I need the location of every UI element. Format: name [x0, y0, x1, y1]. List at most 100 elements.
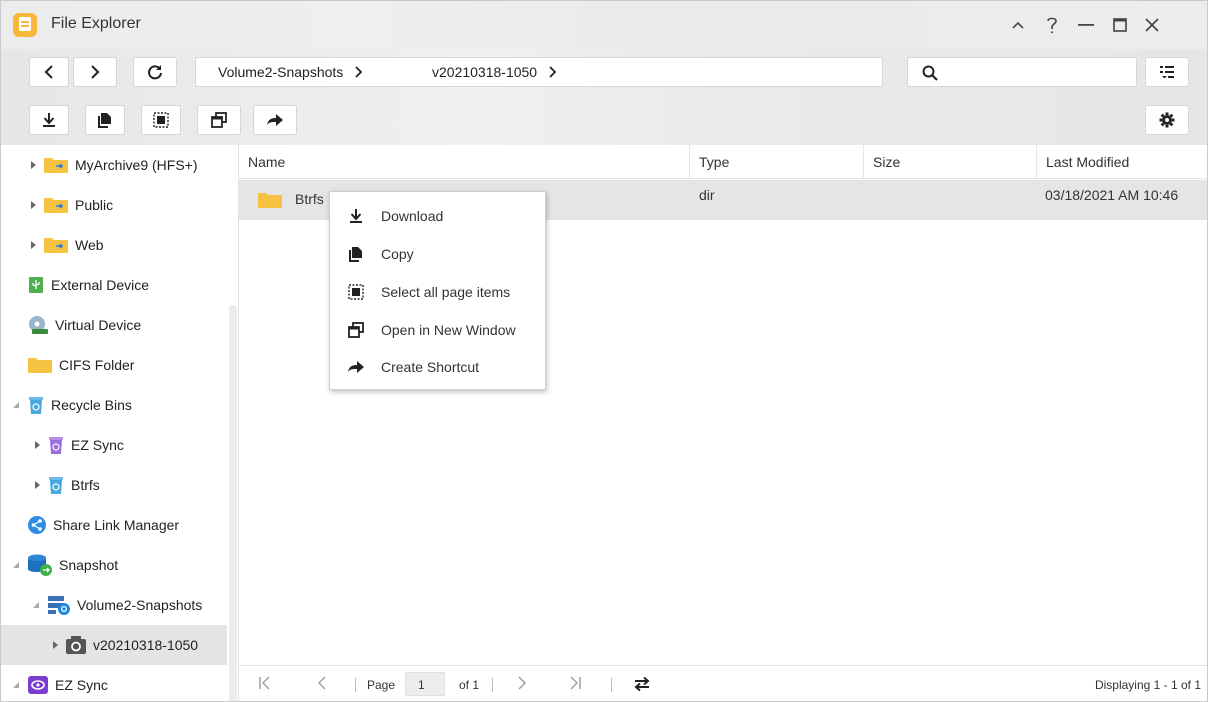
- page-number-input[interactable]: 1: [405, 672, 445, 696]
- column-header-type[interactable]: Type: [690, 145, 864, 179]
- menu-item-label: Create Shortcut: [381, 359, 480, 375]
- sidebar-item-label: Web: [75, 237, 104, 253]
- sidebar-item-myarchive9[interactable]: MyArchive9 (HFS+): [1, 145, 227, 185]
- sidebar-item-web[interactable]: Web: [1, 225, 227, 265]
- next-page-button[interactable]: [517, 676, 527, 695]
- copy-button[interactable]: [85, 105, 125, 135]
- expand-arrow-icon[interactable]: [33, 481, 41, 489]
- expand-arrow-icon[interactable]: [29, 161, 37, 169]
- expand-arrow-icon[interactable]: [29, 241, 37, 249]
- sidebar-item-recycle-ez-sync[interactable]: EZ Sync: [1, 425, 227, 465]
- menu-item-label: Open in New Window: [381, 322, 516, 338]
- collapse-arrow-icon[interactable]: [13, 561, 21, 569]
- sidebar-item-label: External Device: [51, 277, 150, 293]
- search-input[interactable]: [940, 62, 1130, 82]
- sync-arrows-icon: [634, 676, 650, 692]
- breadcrumb-item-v20210318-1050[interactable]: v20210318-1050: [432, 64, 557, 80]
- table-header: Name Type Size Last Modified: [239, 145, 1207, 179]
- sidebar-item-recycle-btrfs[interactable]: Btrfs: [1, 465, 227, 505]
- menu-item-open-new-window[interactable]: Open in New Window: [330, 311, 545, 349]
- virtual-disc-icon: [29, 316, 48, 334]
- refresh-icon: [148, 65, 162, 80]
- sidebar-item-external-device[interactable]: External Device: [1, 265, 227, 305]
- folder-icon: [28, 358, 52, 373]
- collapse-button[interactable]: [1003, 11, 1033, 39]
- pager-divider: [611, 678, 612, 692]
- snapshot-db-icon: [28, 554, 52, 576]
- shared-folder-icon: [44, 238, 68, 253]
- help-button[interactable]: [1037, 11, 1067, 39]
- close-icon: [1145, 18, 1159, 32]
- sidebar-item-ez-sync[interactable]: EZ Sync: [1, 665, 227, 701]
- file-explorer-window: File Explorer Volume2-Snapshots v2021031…: [0, 0, 1208, 702]
- column-header-last-modified[interactable]: Last Modified: [1037, 145, 1207, 179]
- select-all-icon: [153, 112, 169, 128]
- menu-item-select-all[interactable]: Select all page items: [330, 273, 545, 311]
- sidebar-item-label: MyArchive9 (HFS+): [75, 157, 198, 173]
- download-button[interactable]: [29, 105, 69, 135]
- minimize-button[interactable]: [1071, 11, 1101, 39]
- sidebar-item-v20210318-1050[interactable]: v20210318-1050: [1, 625, 227, 665]
- pager-divider: [492, 678, 493, 692]
- collapse-arrow-icon[interactable]: [13, 681, 21, 689]
- share-link-icon: [28, 516, 46, 534]
- breadcrumb-label: Volume2-Snapshots: [218, 64, 344, 80]
- minimize-icon: [1078, 24, 1094, 26]
- window-title: File Explorer: [51, 15, 141, 32]
- settings-button[interactable]: [1145, 105, 1189, 135]
- sidebar-item-cifs-folder[interactable]: CIFS Folder: [1, 345, 227, 385]
- sidebar-item-virtual-device[interactable]: Virtual Device: [1, 305, 227, 345]
- sidebar-item-label: Volume2-Snapshots: [77, 597, 203, 613]
- create-shortcut-button[interactable]: [253, 105, 297, 135]
- sidebar-scrollbar[interactable]: [229, 305, 237, 701]
- file-explorer-app-icon: [13, 13, 37, 37]
- camera-icon: [66, 636, 86, 654]
- expand-arrow-icon[interactable]: [29, 201, 37, 209]
- folder-icon: [258, 193, 282, 208]
- expand-arrow-icon[interactable]: [33, 441, 41, 449]
- expand-arrow-icon[interactable]: [51, 641, 59, 649]
- maximize-button[interactable]: [1105, 11, 1135, 39]
- chevron-right-icon: [549, 66, 557, 78]
- sidebar-item-recycle-bins[interactable]: Recycle Bins: [1, 385, 227, 425]
- collapse-arrow-icon[interactable]: [33, 601, 41, 609]
- sidebar-item-label: Snapshot: [59, 557, 119, 573]
- view-mode-button[interactable]: [1145, 57, 1189, 87]
- shared-folder-icon: [44, 198, 68, 213]
- open-new-window-icon: [348, 322, 364, 338]
- forward-button[interactable]: [73, 57, 117, 87]
- list-view-icon: [1160, 66, 1174, 79]
- recycle-bin-icon: [49, 437, 63, 454]
- sidebar-item-volume2-snapshots[interactable]: Volume2-Snapshots: [1, 585, 227, 625]
- create-shortcut-icon: [267, 114, 283, 126]
- column-header-name[interactable]: Name: [239, 145, 690, 179]
- file-last-modified: 03/18/2021 AM 10:46: [1045, 187, 1179, 203]
- menu-item-create-shortcut[interactable]: Create Shortcut: [330, 348, 545, 386]
- last-page-button[interactable]: [569, 676, 581, 695]
- first-page-button[interactable]: [259, 676, 271, 695]
- reload-button[interactable]: [633, 676, 651, 697]
- menu-item-download[interactable]: Download: [330, 197, 545, 235]
- close-button[interactable]: [1137, 11, 1167, 39]
- menu-item-copy[interactable]: Copy: [330, 235, 545, 273]
- toolbar: Volume2-Snapshots v20210318-1050: [1, 49, 1207, 145]
- select-all-button[interactable]: [141, 105, 181, 135]
- sidebar-item-label: Btrfs: [71, 477, 100, 493]
- column-header-size[interactable]: Size: [864, 145, 1037, 179]
- create-shortcut-icon: [348, 361, 364, 373]
- sidebar-item-public[interactable]: Public: [1, 185, 227, 225]
- sidebar-item-label: Virtual Device: [55, 317, 142, 333]
- previous-page-button[interactable]: [317, 676, 327, 695]
- back-button[interactable]: [29, 57, 69, 87]
- chevron-left-icon: [44, 65, 53, 79]
- gear-icon: [1159, 112, 1175, 128]
- shared-folder-icon: [44, 158, 68, 173]
- sidebar-item-share-link-manager[interactable]: Share Link Manager: [1, 505, 227, 545]
- collapse-arrow-icon[interactable]: [13, 401, 21, 409]
- chevron-right-icon: [518, 676, 526, 690]
- sidebar-item-snapshot[interactable]: Snapshot: [1, 545, 227, 585]
- open-new-window-button[interactable]: [197, 105, 241, 135]
- displaying-status: Displaying 1 - 1 of 1: [1094, 678, 1201, 692]
- breadcrumb-item-volume2-snapshots[interactable]: Volume2-Snapshots: [218, 64, 363, 80]
- refresh-button[interactable]: [133, 57, 177, 87]
